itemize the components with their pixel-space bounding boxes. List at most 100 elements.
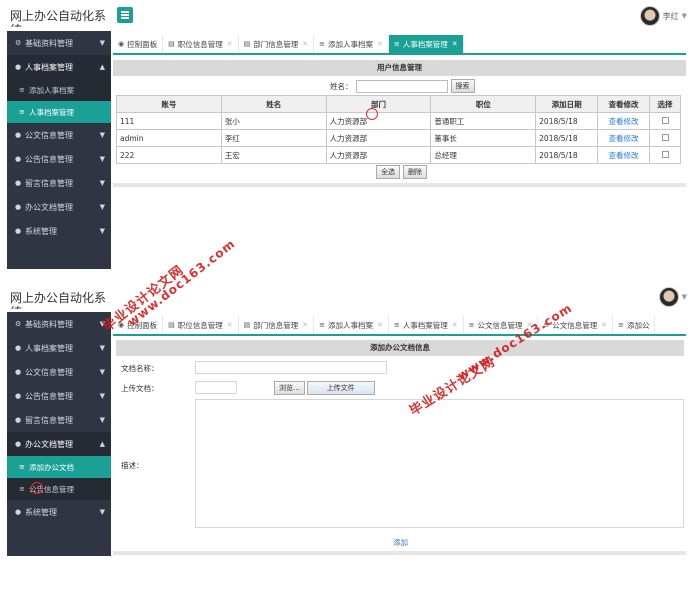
- chevron-down-icon: ▼: [99, 368, 105, 376]
- divider: [113, 183, 686, 187]
- sidebar-subitem[interactable]: ≡ 添加人事档案: [7, 79, 111, 101]
- tab[interactable]: ≡ 添加人事档案 ✕: [314, 35, 389, 53]
- browse-button[interactable]: 浏览...: [274, 381, 305, 395]
- search-button[interactable]: 搜索: [450, 79, 475, 93]
- tab[interactable]: ▤ 职位信息管理 ✕: [163, 35, 239, 53]
- circle-icon: ●: [15, 344, 22, 352]
- circle-icon: ●: [15, 179, 22, 187]
- panel-title-2: 添加办公文档信息: [116, 340, 684, 356]
- chevron-down-icon: ▼: [681, 293, 687, 301]
- search-input[interactable]: [355, 79, 448, 93]
- cursor-highlight: [366, 108, 378, 120]
- chevron-down-icon: ▼: [99, 39, 105, 47]
- tab-bar-2: ◉ 控制面板 ▤ 职位信息管理 ✕ ▤ 部门信息管理 ✕ ≡ 添加人事档案 ✕ ≡ 人事档案管理 ✕ ≡ 公文…: [113, 316, 686, 336]
- chevron-down-icon: ▼: [99, 155, 105, 163]
- circle-icon: ●: [15, 392, 22, 400]
- tab-label: 公文信息管理: [477, 320, 523, 330]
- tab[interactable]: ▤ 部门信息管理 ✕: [239, 316, 315, 334]
- tab[interactable]: ▤ 部门信息管理 ✕: [239, 35, 315, 53]
- column-header: 部门: [325, 95, 432, 113]
- close-icon[interactable]: ✕: [227, 40, 233, 48]
- tab-label: 部门信息管理: [253, 320, 299, 330]
- menu-toggle-button[interactable]: [117, 7, 133, 23]
- tab-label: 部门信息管理: [253, 39, 299, 49]
- row-checkbox[interactable]: [661, 133, 669, 141]
- chevron-down-icon: ▼: [99, 392, 105, 400]
- document-icon: ▤: [168, 321, 175, 329]
- list-icon: ≡: [393, 321, 400, 329]
- close-icon[interactable]: ✕: [302, 321, 308, 329]
- upload-button[interactable]: 上传文件: [306, 381, 375, 395]
- chevron-down-icon: ▼: [99, 416, 105, 424]
- close-icon[interactable]: ✕: [601, 321, 607, 329]
- desc-textarea[interactable]: [195, 399, 684, 528]
- sidebar-item[interactable]: ● 办公文档管理 ▲: [7, 432, 111, 456]
- table-cell: 人力资源部: [325, 129, 432, 147]
- tab-label: 职位信息管理: [177, 320, 223, 330]
- table-cell: admin: [116, 129, 222, 147]
- sidebar-item[interactable]: ● 人事档案管理 ▼: [7, 336, 111, 360]
- file-path-input[interactable]: [195, 381, 237, 394]
- tab[interactable]: ≡ 添加公: [613, 316, 656, 334]
- row-checkbox[interactable]: [661, 150, 669, 158]
- sidebar-item[interactable]: ● 人事档案管理 ▲: [7, 55, 111, 79]
- add-button[interactable]: 添加: [393, 537, 408, 548]
- close-icon[interactable]: ✕: [452, 40, 458, 48]
- app-header-2: 网上办公自动化系统 ▼: [0, 282, 699, 312]
- close-icon[interactable]: ✕: [452, 321, 458, 329]
- sidebar-subitem[interactable]: ≡ 人事档案管理: [7, 101, 111, 123]
- table-cell: 查看修改: [597, 112, 651, 130]
- table-row: 111 张小 人力资源部 普通职工 2018/5/18 查看修改: [116, 112, 681, 130]
- table-cell: 王宏: [220, 146, 327, 164]
- view-edit-link[interactable]: 查看修改: [609, 134, 639, 143]
- tab[interactable]: ≡ 人事档案管理 ✕: [389, 316, 464, 334]
- delete-button[interactable]: 删除: [403, 165, 427, 179]
- sidebar-item[interactable]: ● 公告信息管理 ▼: [7, 384, 111, 408]
- tab[interactable]: ◉ 控制面板: [113, 35, 164, 53]
- circle-icon: ●: [15, 227, 22, 235]
- sidebar-subitem[interactable]: ≡ 添加办公文档: [7, 456, 111, 478]
- search-bar: 姓名： 搜索: [330, 79, 475, 93]
- sidebar-item[interactable]: ● 公文信息管理 ▼: [7, 360, 111, 384]
- chevron-down-icon: ▼: [99, 508, 105, 516]
- gears-icon: ⚙: [15, 39, 22, 47]
- sidebar-item[interactable]: ● 系统管理 ▼: [7, 500, 111, 524]
- sidebar-item-label: 留言信息管理: [25, 415, 73, 425]
- table-cell: 111: [116, 112, 222, 130]
- doc-name-input[interactable]: [195, 361, 387, 374]
- table-actions: 全选 删除: [376, 165, 427, 179]
- user-name: 李红: [662, 11, 679, 21]
- sidebar-subitem[interactable]: ≡ 公告信息管理: [7, 478, 111, 500]
- row-checkbox[interactable]: [661, 116, 669, 124]
- column-header: 查看修改: [597, 95, 651, 113]
- sidebar-item-label: 公文信息管理: [25, 367, 73, 377]
- avatar: [639, 6, 660, 26]
- select-cell: [649, 146, 681, 164]
- tab-label: 职位信息管理: [177, 39, 223, 49]
- sidebar-item[interactable]: ● 留言信息管理 ▼: [7, 408, 111, 432]
- sidebar-item[interactable]: ● 公告信息管理 ▼: [7, 147, 111, 171]
- user-menu-2[interactable]: ▼: [658, 287, 687, 307]
- app-header: 网上办公自动化系统 李红 ▼: [0, 0, 699, 30]
- view-edit-link[interactable]: 查看修改: [609, 117, 639, 126]
- close-icon[interactable]: ✕: [377, 321, 383, 329]
- close-icon[interactable]: ✕: [302, 40, 308, 48]
- sidebar-item[interactable]: ● 留言信息管理 ▼: [7, 171, 111, 195]
- sidebar-item[interactable]: ● 公文信息管理 ▼: [7, 123, 111, 147]
- cursor-highlight-2: [31, 482, 43, 494]
- tab-label: 添加人事档案: [327, 39, 373, 49]
- sidebar-item[interactable]: ⚙ 基础资料管理 ▼: [7, 31, 111, 55]
- user-menu[interactable]: 李红 ▼: [639, 6, 687, 26]
- panel-title: 用户信息管理: [113, 60, 686, 76]
- sidebar-subitem-label: 添加办公文档: [29, 462, 74, 472]
- close-icon[interactable]: ✕: [377, 40, 383, 48]
- sidebar-item[interactable]: ⚙ 基础资料管理 ▼: [7, 312, 111, 336]
- view-edit-link[interactable]: 查看修改: [609, 151, 639, 160]
- tab[interactable]: ≡ 人事档案管理 ✕: [388, 35, 464, 53]
- tab[interactable]: ≡ 添加人事档案 ✕: [314, 316, 389, 334]
- sidebar-item[interactable]: ● 办公文档管理 ▼: [7, 195, 111, 219]
- sidebar-item[interactable]: ● 系统管理 ▼: [7, 219, 111, 243]
- close-icon[interactable]: ✕: [227, 321, 233, 329]
- select-all-button[interactable]: 全选: [376, 165, 400, 179]
- tab[interactable]: ▤ 职位信息管理 ✕: [163, 316, 239, 334]
